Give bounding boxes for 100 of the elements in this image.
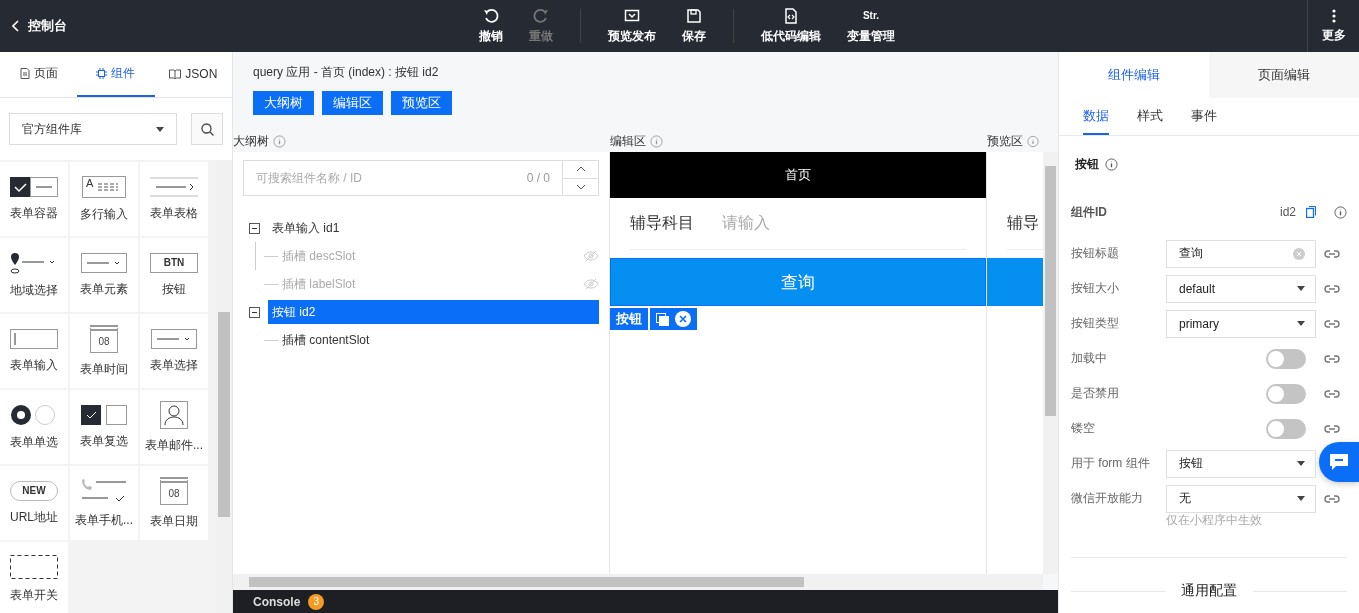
- calendar-icon: 08: [160, 476, 188, 505]
- back-icon[interactable]: [12, 20, 20, 32]
- close-icon[interactable]: [675, 311, 691, 327]
- text-area-icon: A: [82, 175, 126, 198]
- field-label: 组件ID: [1071, 203, 1108, 221]
- component-tile[interactable]: 表单输入: [0, 314, 68, 388]
- field-label: 按钮大小: [1071, 280, 1120, 297]
- save-icon: [686, 7, 702, 24]
- link-icon[interactable]: [1324, 248, 1340, 259]
- scrollbar[interactable]: [233, 574, 1043, 590]
- match-count: 0 / 0: [526, 171, 551, 185]
- field-label: 辅导: [1007, 213, 1039, 233]
- tree-node[interactable]: 插槽 contentSlot: [282, 331, 599, 349]
- toolbar-button[interactable]: 低代码编辑: [748, 7, 834, 45]
- redo-icon: [533, 7, 549, 24]
- view-button[interactable]: 预览区: [391, 91, 452, 115]
- section-title: 按钮: [1075, 155, 1099, 173]
- chip-icon: [96, 68, 108, 79]
- toolbar-button[interactable]: 预览发布: [595, 7, 669, 45]
- tree-node[interactable]: 按钮 id2: [268, 300, 599, 324]
- link-icon[interactable]: [1324, 388, 1340, 399]
- select-field[interactable]: 按钮: [1166, 449, 1316, 478]
- toolbar-button[interactable]: 撤销: [466, 7, 516, 45]
- sub-tab[interactable]: 样式: [1137, 98, 1163, 135]
- hint-text: 仅在小程序中生效: [1165, 512, 1263, 529]
- info-icon: [1027, 134, 1039, 148]
- toolbar-button[interactable]: Str. 变量管理: [834, 7, 908, 45]
- component-tile[interactable]: 表单元素: [70, 238, 138, 312]
- component-tile[interactable]: 表单单选: [0, 390, 68, 464]
- field-label: 镂空: [1071, 420, 1096, 437]
- component-tile[interactable]: 08 表单日期: [140, 466, 208, 540]
- copy-icon[interactable]: [1306, 206, 1316, 218]
- tree-node[interactable]: 表单输入 id1: [268, 216, 599, 240]
- breadcrumb: query 应用 - 首页 (index) : 按钮 id2: [253, 64, 440, 81]
- component-tile[interactable]: 08 表单时间: [70, 314, 138, 388]
- field-label: 是否禁用: [1071, 385, 1120, 402]
- scrollbar[interactable]: [1043, 152, 1058, 574]
- component-tile[interactable]: 表单复选: [70, 390, 138, 464]
- info-icon: [1334, 205, 1347, 219]
- sub-tab[interactable]: 数据: [1083, 98, 1109, 135]
- component-tile[interactable]: 表单表格: [140, 162, 208, 236]
- library-select[interactable]: 官方组件库: [9, 113, 177, 145]
- component-tile[interactable]: 表单开关: [0, 542, 68, 613]
- field-label: 辅导科目: [630, 213, 694, 233]
- link-icon[interactable]: [1324, 353, 1340, 364]
- pane-title: 编辑区: [610, 132, 646, 150]
- undo-icon: [483, 7, 499, 24]
- panel-tab[interactable]: 页面: [0, 52, 78, 97]
- more-icon: [1331, 8, 1336, 23]
- toggle-switch[interactable]: [1266, 383, 1306, 404]
- container-icon: [10, 176, 58, 197]
- toggle-switch[interactable]: [1266, 348, 1306, 369]
- component-tile[interactable]: 表单邮件...: [140, 390, 208, 464]
- book-icon: [169, 68, 182, 79]
- sub-tab[interactable]: 事件: [1191, 98, 1217, 135]
- chat-button[interactable]: [1319, 442, 1359, 482]
- dropdown-caret-icon: [156, 126, 164, 132]
- search-button[interactable]: [191, 113, 223, 145]
- link-icon[interactable]: [1324, 493, 1340, 504]
- panel-tab[interactable]: 组件: [77, 52, 155, 97]
- component-tile[interactable]: 地域选择: [0, 238, 68, 312]
- component-tile[interactable]: BTN 按钮: [140, 238, 208, 312]
- link-icon[interactable]: [1324, 318, 1340, 329]
- table-icon: [150, 176, 198, 197]
- chat-icon: [1330, 454, 1348, 470]
- component-tile[interactable]: 表单选择: [140, 314, 208, 388]
- radio-icon: [10, 403, 58, 426]
- toggle-switch[interactable]: [1266, 418, 1306, 439]
- view-button[interactable]: 大纲树: [253, 91, 314, 115]
- link-icon[interactable]: [1324, 423, 1340, 434]
- view-button[interactable]: 编辑区: [322, 91, 383, 115]
- input-icon: [10, 328, 58, 349]
- copy-icon[interactable]: [656, 312, 669, 326]
- collapse-icon[interactable]: [249, 222, 260, 234]
- field-label: 微信开放能力: [1071, 490, 1144, 507]
- collapse-icon[interactable]: [249, 306, 260, 318]
- component-tile[interactable]: NEW URL地址: [0, 466, 68, 540]
- editor-tab[interactable]: 页面编辑: [1209, 52, 1359, 98]
- info-icon: [273, 134, 286, 148]
- toolbar-button[interactable]: 保存: [669, 7, 719, 45]
- component-tile[interactable]: 表单手机...: [70, 466, 138, 540]
- info-icon: [1105, 157, 1118, 171]
- dropdown-caret-icon: [1297, 286, 1305, 291]
- select-field[interactable]: 无: [1166, 484, 1316, 513]
- document-icon: [19, 68, 30, 79]
- text-icon: Str.: [862, 7, 880, 24]
- btn-icon: BTN: [150, 252, 198, 273]
- component-tile[interactable]: A 多行输入: [70, 162, 138, 236]
- count-badge: 3: [308, 593, 325, 610]
- field-label: 按钮类型: [1071, 315, 1120, 332]
- link-icon[interactable]: [1324, 283, 1340, 294]
- panel-tab[interactable]: JSON: [154, 52, 232, 97]
- select-field[interactable]: primary: [1166, 309, 1316, 338]
- field-label: 加载中: [1071, 350, 1108, 367]
- code-file-icon: [783, 7, 799, 24]
- component-tile[interactable]: 表单容器: [0, 162, 68, 236]
- text-field[interactable]: 查询: [1166, 239, 1316, 268]
- person-icon: [160, 400, 188, 429]
- select-icon: [151, 328, 197, 349]
- select-field[interactable]: default: [1166, 274, 1316, 303]
